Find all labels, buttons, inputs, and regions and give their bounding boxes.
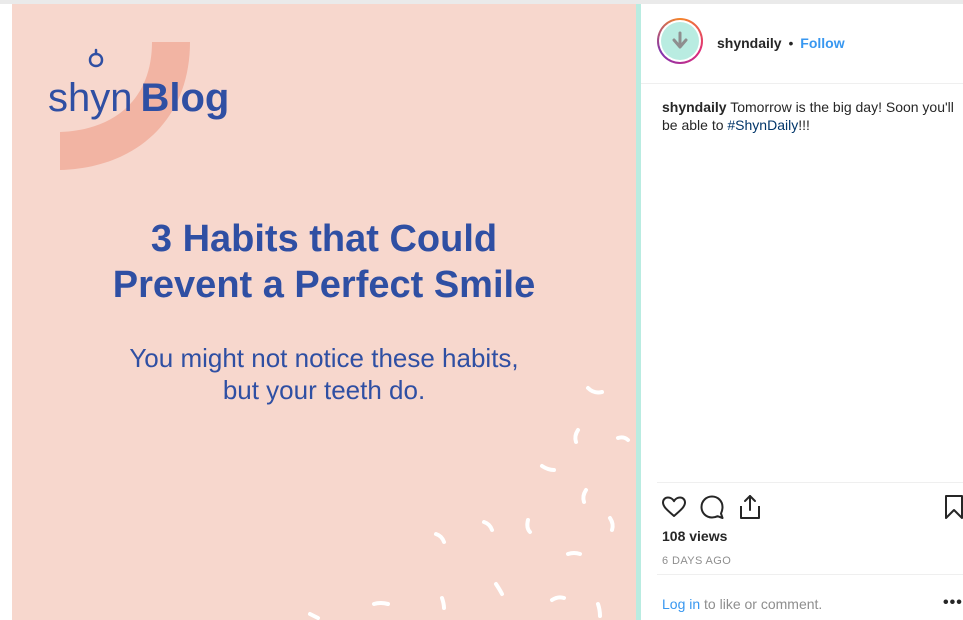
view-count[interactable]: 108 views xyxy=(662,528,727,544)
download-arrow-icon xyxy=(672,31,688,49)
comment-divider xyxy=(657,574,963,575)
avatar[interactable] xyxy=(657,18,703,64)
caption-hashtag-link[interactable]: #ShynDaily xyxy=(727,117,798,133)
more-options-button[interactable]: ••• xyxy=(943,594,963,612)
post-timestamp[interactable]: 6 DAYS AGO xyxy=(662,555,731,567)
confetti-decoration xyxy=(308,386,630,620)
actions-divider xyxy=(657,482,963,483)
header-user-follow: shyndaily • Follow xyxy=(717,35,845,51)
post-caption: shyndaily Tomorrow is the big day! Soon … xyxy=(662,98,958,134)
header-separator: • xyxy=(788,35,794,51)
login-prompt: Log in to like or comment. xyxy=(662,596,822,612)
login-link[interactable]: Log in xyxy=(662,596,700,612)
header-username-link[interactable]: shyndaily xyxy=(717,35,782,51)
post-header: shyndaily • Follow xyxy=(641,4,963,84)
heart-icon[interactable] xyxy=(661,494,687,520)
avatar-image xyxy=(661,22,699,60)
comment-icon[interactable] xyxy=(699,494,725,520)
post-details-panel: shyndaily • Follow shyndaily Tomorrow is… xyxy=(641,4,963,620)
share-icon[interactable] xyxy=(737,494,763,520)
login-prompt-text: to like or comment. xyxy=(700,596,823,612)
caption-suffix: !!! xyxy=(798,117,810,133)
follow-button[interactable]: Follow xyxy=(800,35,844,51)
post-actions-bar xyxy=(661,494,963,522)
bookmark-icon[interactable] xyxy=(941,494,963,520)
post-image[interactable]: shyn Blog 3 Habits that Could Prevent a … xyxy=(12,4,636,620)
avatar-ring xyxy=(659,20,701,62)
caption-username-link[interactable]: shyndaily xyxy=(662,99,727,115)
